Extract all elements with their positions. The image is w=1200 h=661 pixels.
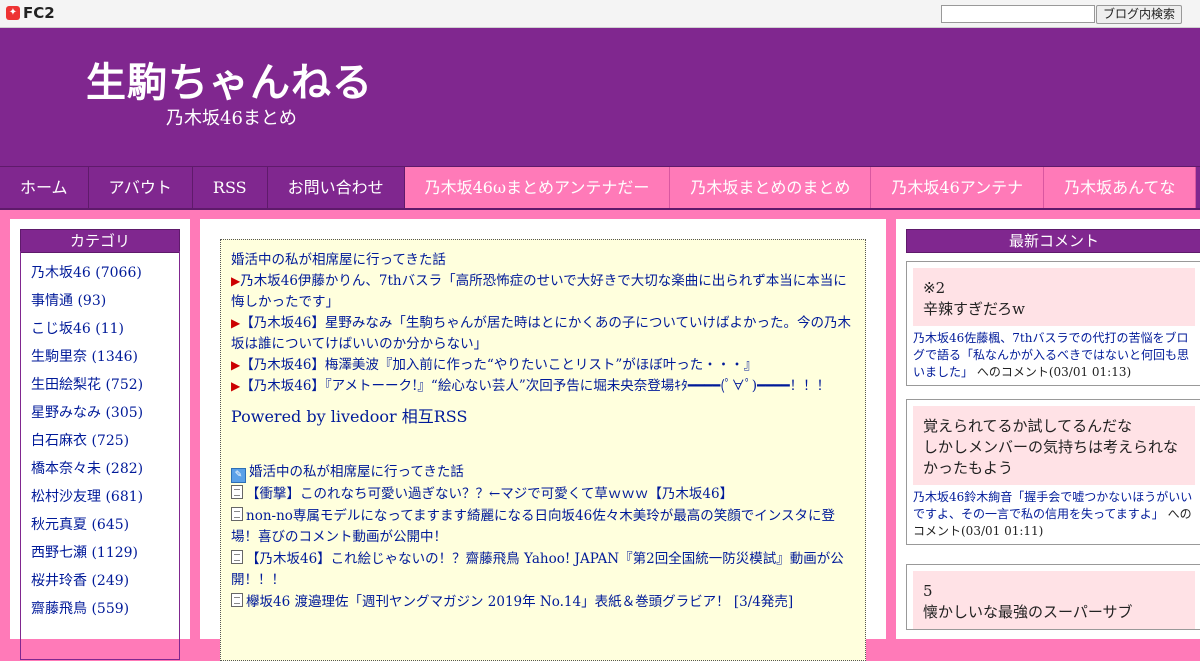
rss-link[interactable]: 婚活中の私が相席屋に行ってきた話 <box>231 250 857 271</box>
triangle-bullet-icon: ▶ <box>231 358 241 372</box>
nav-item-6[interactable]: 乃木坂46アンテナ <box>871 167 1045 208</box>
blog-search-button[interactable]: ブログ内検索 <box>1096 5 1183 24</box>
comment-body: 覚えられてるか試してるんだな しかしメンバーの気持ちは考えられなかったもよう <box>913 406 1195 485</box>
rss-link[interactable]: ▶【乃木坂46】『アメトーーク!』“絵心ない芸人”次回予告に堀未央奈登場ｷﾀ━━… <box>231 376 857 397</box>
comment-card: ※2 辛辣すぎだろw 乃木坂46佐藤楓、7thバスラでの代打の苦悩をブログで語る「… <box>906 261 1200 386</box>
category-link[interactable]: 生駒里奈 (1346) <box>21 343 179 371</box>
category-link[interactable]: 橋本奈々未 (282) <box>21 455 179 483</box>
rss-link-text: 【乃木坂46】梅澤美波『加入前に作った“やりたいことリスト”がほぼ叶った・・・』 <box>240 357 758 373</box>
rss-link[interactable]: 【衝撃】このれなち可愛い過ぎない？？←マジで可愛くて草ｗｗｗ【乃木坂46】 <box>231 484 857 505</box>
triangle-bullet-icon: ▶ <box>231 379 241 393</box>
main-content: 婚活中の私が相席屋に行ってきた話 ▶乃木坂46伊藤かりん、7thバスラ「高所恐怖症… <box>200 219 886 661</box>
nav-item-1[interactable]: アバウト <box>89 167 193 208</box>
category-link[interactable]: 乃木坂46 (7066) <box>21 259 179 287</box>
category-link[interactable]: こじ坂46 (11) <box>21 315 179 343</box>
nav-item-0[interactable]: ホーム <box>0 167 89 208</box>
comment-timestamp: へのコメント(03/01 01:13) <box>973 365 1132 379</box>
site-title[interactable]: 生駒ちゃんねる <box>86 50 373 108</box>
rss-link[interactable]: non-no専属モデルになってますます綺麗になる日向坂46佐々木美玲が最高の笑顔… <box>231 506 857 548</box>
nav-item-4[interactable]: 乃木坂46ωまとめアンテナだー <box>404 167 671 208</box>
category-link[interactable]: 秋元真夏 (645) <box>21 511 179 539</box>
category-list: 乃木坂46 (7066) 事情通 (93) こじ坂46 (11) 生駒里奈 (1346… <box>20 251 180 660</box>
rss-link-text: 【乃木坂46】『アメトーーク!』“絵心ない芸人”次回予告に堀未央奈登場ｷﾀ━━━… <box>240 378 831 394</box>
global-nav: ホーム アバウト RSS お問い合わせ 乃木坂46ωまとめアンテナだー 乃木坂まとめのまと… <box>0 166 1200 210</box>
rss-link-text: 【乃木坂46】これ絵じゃないの！？齋藤飛鳥 Yahoo! JAPAN『第2回全国… <box>231 551 844 588</box>
fc2-logo[interactable]: ✦ FC2 <box>6 4 55 22</box>
category-link[interactable]: 白石麻衣 (725) <box>21 427 179 455</box>
rss-top-list: 婚活中の私が相席屋に行ってきた話 ▶乃木坂46伊藤かりん、7thバスラ「高所恐怖症… <box>231 250 857 427</box>
nav-item-7[interactable]: 乃木坂あんてな <box>1044 167 1197 208</box>
category-heading: カテゴリ <box>20 229 180 253</box>
rss-link[interactable]: 欅坂46 渡邉理佐「週刊ヤングマガジン 2019年 No.14」表紙＆巻頭グラビ… <box>231 592 857 613</box>
powered-by-link[interactable]: Powered by livedoor 相互RSS <box>231 403 857 427</box>
latest-comments-heading: 最新コメント <box>906 229 1200 253</box>
category-link[interactable]: 事情通 (93) <box>21 287 179 315</box>
edit-icon: ✎ <box>231 468 246 483</box>
rss-link[interactable]: 【乃木坂46】これ絵じゃないの！？齋藤飛鳥 Yahoo! JAPAN『第2回全国… <box>231 549 857 591</box>
rss-bottom-list: ✎ 婚活中の私が相席屋に行ってきた話【衝撃】このれなち可愛い過ぎない？？←マジで可… <box>231 462 857 614</box>
comment-card: 5 懐かしいな最強のスーパーサブ <box>906 564 1200 630</box>
rss-feed-box: 婚活中の私が相席屋に行ってきた話 ▶乃木坂46伊藤かりん、7thバスラ「高所恐怖症… <box>220 239 866 661</box>
rss-link-text: 乃木坂46伊藤かりん、7thバスラ「高所恐怖症のせいで大好きで大切な楽曲に出られ… <box>231 273 847 310</box>
fc2-toolbar: ✦ FC2 ブログ内検索 <box>0 0 1200 28</box>
document-icon <box>231 550 243 564</box>
rss-link[interactable]: ▶【乃木坂46】星野みなみ「生駒ちゃんが居た時はとにかくあの子についていけばよか… <box>231 313 857 355</box>
comment-body: ※2 辛辣すぎだろw <box>913 268 1195 326</box>
right-sidebar: 最新コメント ※2 辛辣すぎだろw 乃木坂46佐藤楓、7thバスラでの代打の苦悩を… <box>896 219 1200 639</box>
category-link[interactable]: 桜井玲香 (249) <box>21 567 179 595</box>
rss-link-text: 欅坂46 渡邉理佐「週刊ヤングマガジン 2019年 No.14」表紙＆巻頭グラビ… <box>246 594 794 610</box>
comment-meta: 乃木坂46佐藤楓、7thバスラでの代打の苦悩をブログで語る「私なんかが入るべきで… <box>907 326 1200 385</box>
site-subtitle: 乃木坂46まとめ <box>166 108 297 129</box>
comment-body: 5 懐かしいな最強のスーパーサブ <box>913 571 1195 629</box>
nav-item-3[interactable]: お問い合わせ <box>268 167 405 208</box>
fc2-fox-icon: ✦ <box>6 6 20 20</box>
document-icon <box>231 507 243 521</box>
rss-link-text: 【衝撃】このれなち可愛い過ぎない？？←マジで可愛くて草ｗｗｗ【乃木坂46】 <box>246 486 734 502</box>
category-link[interactable]: 生田絵梨花 (752) <box>21 371 179 399</box>
rss-link[interactable]: ✎ 婚活中の私が相席屋に行ってきた話 <box>231 462 857 483</box>
document-icon <box>231 593 243 607</box>
blog-search-input[interactable] <box>941 5 1095 23</box>
comment-meta: 乃木坂46鈴木絢音「握手会で嘘つかないほうがいいですよ、その一言で私の信用を失っ… <box>907 485 1200 544</box>
rss-link[interactable]: ▶乃木坂46伊藤かりん、7thバスラ「高所恐怖症のせいで大好きで大切な楽曲に出ら… <box>231 271 857 313</box>
rss-link-text: 婚活中の私が相席屋に行ってきた話 <box>249 464 464 480</box>
category-link[interactable]: 松村沙友理 (681) <box>21 483 179 511</box>
left-sidebar: カテゴリ 乃木坂46 (7066) 事情通 (93) こじ坂46 (11) 生駒里奈 … <box>10 219 190 660</box>
fc2-logo-text: FC2 <box>23 4 55 22</box>
comment-article-link[interactable]: 乃木坂46鈴木絢音「握手会で嘘つかないほうがいいですよ、その一言で私の信用を失っ… <box>913 490 1192 521</box>
document-icon <box>231 485 243 499</box>
rss-link-text: non-no専属モデルになってますます綺麗になる日向坂46佐々木美玲が最高の笑顔… <box>231 508 835 545</box>
category-link[interactable]: 齋藤飛鳥 (559) <box>21 595 179 623</box>
site-header: 生駒ちゃんねる 乃木坂46まとめ <box>0 28 1200 166</box>
category-link[interactable]: 星野みなみ (305) <box>21 399 179 427</box>
comment-card: 覚えられてるか試してるんだな しかしメンバーの気持ちは考えられなかったもよう乃木… <box>906 399 1200 545</box>
rss-link[interactable]: ▶【乃木坂46】梅澤美波『加入前に作った“やりたいことリスト”がほぼ叶った・・・… <box>231 355 857 376</box>
nav-item-2[interactable]: RSS <box>193 167 268 208</box>
rss-link-text: 【乃木坂46】星野みなみ「生駒ちゃんが居た時はとにかくあの子についていけばよかっ… <box>231 315 852 352</box>
nav-item-5[interactable]: 乃木坂まとめのまとめ <box>670 167 872 208</box>
rss-link-text: 婚活中の私が相席屋に行ってきた話 <box>231 252 446 268</box>
triangle-bullet-icon: ▶ <box>231 274 241 288</box>
triangle-bullet-icon: ▶ <box>231 316 241 330</box>
category-link[interactable]: 西野七瀬 (1129) <box>21 539 179 567</box>
